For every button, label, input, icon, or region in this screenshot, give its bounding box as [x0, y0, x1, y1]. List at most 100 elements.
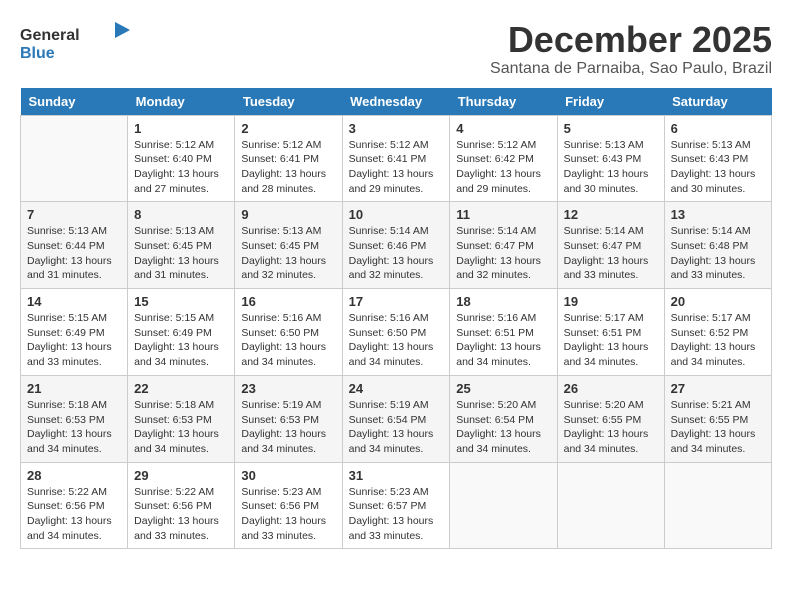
- day-info: Sunrise: 5:13 AMSunset: 6:43 PMDaylight:…: [671, 138, 765, 197]
- day-info: Sunrise: 5:14 AMSunset: 6:46 PMDaylight:…: [349, 224, 444, 283]
- day-info: Sunrise: 5:13 AMSunset: 6:43 PMDaylight:…: [564, 138, 658, 197]
- calendar-cell: 1 Sunrise: 5:12 AMSunset: 6:40 PMDaylight…: [128, 115, 235, 202]
- page-header: General Blue December 2025 Santana de Pa…: [20, 20, 772, 78]
- calendar-week-row: 28 Sunrise: 5:22 AMSunset: 6:56 PMDayligh…: [21, 462, 772, 549]
- col-thursday: Thursday: [450, 88, 557, 116]
- day-number: 19: [564, 294, 658, 309]
- day-number: 12: [564, 207, 658, 222]
- calendar-cell: 25Sunrise: 5:20 AMSunset: 6:54 PMDayligh…: [450, 375, 557, 462]
- calendar-cell: 31Sunrise: 5:23 AMSunset: 6:57 PMDayligh…: [342, 462, 450, 549]
- calendar-title: December 2025: [490, 20, 772, 60]
- calendar-cell: [21, 115, 128, 202]
- calendar-cell: 4 Sunrise: 5:12 AMSunset: 6:42 PMDaylight…: [450, 115, 557, 202]
- calendar-cell: [450, 462, 557, 549]
- calendar-cell: 9Sunrise: 5:13 AMSunset: 6:45 PMDaylight…: [235, 202, 342, 289]
- calendar-cell: 19 Sunrise: 5:17 AMSunset: 6:51 PMDayligh…: [557, 289, 664, 376]
- day-info: Sunrise: 5:15 AMSunset: 6:49 PMDaylight:…: [27, 311, 121, 370]
- day-number: 18: [456, 294, 550, 309]
- day-info: Sunrise: 5:14 AMSunset: 6:48 PMDaylight:…: [671, 224, 765, 283]
- calendar-cell: 5 Sunrise: 5:13 AMSunset: 6:43 PMDaylight…: [557, 115, 664, 202]
- logo-text: General Blue: [20, 20, 140, 70]
- day-info: Sunrise: 5:13 AMSunset: 6:45 PMDaylight:…: [241, 224, 335, 283]
- day-number: 24: [349, 381, 444, 396]
- day-number: 30: [241, 468, 335, 483]
- day-info: Sunrise: 5:18 AMSunset: 6:53 PMDaylight:…: [27, 398, 121, 457]
- day-number: 23: [241, 381, 335, 396]
- calendar-cell: 18 Sunrise: 5:16 AMSunset: 6:51 PMDayligh…: [450, 289, 557, 376]
- calendar-cell: 24 Sunrise: 5:19 AMSunset: 6:54 PMDayligh…: [342, 375, 450, 462]
- day-info: Sunrise: 5:20 AMSunset: 6:55 PMDaylight:…: [564, 398, 658, 457]
- day-info: Sunrise: 5:23 AMSunset: 6:56 PMDaylight:…: [241, 485, 335, 544]
- calendar-cell: 16Sunrise: 5:16 AMSunset: 6:50 PMDayligh…: [235, 289, 342, 376]
- day-info: Sunrise: 5:21 AMSunset: 6:55 PMDaylight:…: [671, 398, 765, 457]
- day-number: 20: [671, 294, 765, 309]
- day-info: Sunrise: 5:19 AMSunset: 6:54 PMDaylight:…: [349, 398, 444, 457]
- svg-text:General: General: [20, 27, 80, 44]
- calendar-cell: 3Sunrise: 5:12 AMSunset: 6:41 PMDaylight…: [342, 115, 450, 202]
- day-info: Sunrise: 5:15 AMSunset: 6:49 PMDaylight:…: [134, 311, 228, 370]
- day-info: Sunrise: 5:16 AMSunset: 6:50 PMDaylight:…: [241, 311, 335, 370]
- day-info: Sunrise: 5:12 AMSunset: 6:40 PMDaylight:…: [134, 138, 228, 197]
- calendar-table: Sunday Monday Tuesday Wednesday Thursday…: [20, 88, 772, 550]
- day-info: Sunrise: 5:22 AMSunset: 6:56 PMDaylight:…: [27, 485, 121, 544]
- day-info: Sunrise: 5:19 AMSunset: 6:53 PMDaylight:…: [241, 398, 335, 457]
- day-info: Sunrise: 5:17 AMSunset: 6:52 PMDaylight:…: [671, 311, 765, 370]
- calendar-week-row: 14Sunrise: 5:15 AMSunset: 6:49 PMDayligh…: [21, 289, 772, 376]
- calendar-cell: 11 Sunrise: 5:14 AMSunset: 6:47 PMDayligh…: [450, 202, 557, 289]
- calendar-cell: 26 Sunrise: 5:20 AMSunset: 6:55 PMDayligh…: [557, 375, 664, 462]
- logo: General Blue: [20, 20, 140, 70]
- calendar-header-row: Sunday Monday Tuesday Wednesday Thursday…: [21, 88, 772, 116]
- day-number: 10: [349, 207, 444, 222]
- calendar-cell: 27Sunrise: 5:21 AMSunset: 6:55 PMDayligh…: [664, 375, 771, 462]
- col-wednesday: Wednesday: [342, 88, 450, 116]
- day-number: 26: [564, 381, 658, 396]
- col-saturday: Saturday: [664, 88, 771, 116]
- calendar-cell: 10 Sunrise: 5:14 AMSunset: 6:46 PMDayligh…: [342, 202, 450, 289]
- day-info: Sunrise: 5:13 AMSunset: 6:44 PMDaylight:…: [27, 224, 121, 283]
- calendar-cell: 22Sunrise: 5:18 AMSunset: 6:53 PMDayligh…: [128, 375, 235, 462]
- calendar-cell: 15 Sunrise: 5:15 AMSunset: 6:49 PMDayligh…: [128, 289, 235, 376]
- calendar-cell: [557, 462, 664, 549]
- day-number: 3: [349, 121, 444, 136]
- day-number: 5: [564, 121, 658, 136]
- day-number: 25: [456, 381, 550, 396]
- day-info: Sunrise: 5:17 AMSunset: 6:51 PMDaylight:…: [564, 311, 658, 370]
- calendar-cell: 12Sunrise: 5:14 AMSunset: 6:47 PMDayligh…: [557, 202, 664, 289]
- day-info: Sunrise: 5:18 AMSunset: 6:53 PMDaylight:…: [134, 398, 228, 457]
- col-monday: Monday: [128, 88, 235, 116]
- calendar-cell: [664, 462, 771, 549]
- calendar-cell: 7 Sunrise: 5:13 AMSunset: 6:44 PMDaylight…: [21, 202, 128, 289]
- day-number: 28: [27, 468, 121, 483]
- calendar-cell: 23 Sunrise: 5:19 AMSunset: 6:53 PMDayligh…: [235, 375, 342, 462]
- day-number: 1: [134, 121, 228, 136]
- day-number: 4: [456, 121, 550, 136]
- calendar-cell: 14Sunrise: 5:15 AMSunset: 6:49 PMDayligh…: [21, 289, 128, 376]
- svg-text:Blue: Blue: [20, 45, 55, 62]
- calendar-cell: 29Sunrise: 5:22 AMSunset: 6:56 PMDayligh…: [128, 462, 235, 549]
- day-info: Sunrise: 5:23 AMSunset: 6:57 PMDaylight:…: [349, 485, 444, 544]
- day-info: Sunrise: 5:16 AMSunset: 6:51 PMDaylight:…: [456, 311, 550, 370]
- day-info: Sunrise: 5:22 AMSunset: 6:56 PMDaylight:…: [134, 485, 228, 544]
- calendar-cell: 17Sunrise: 5:16 AMSunset: 6:50 PMDayligh…: [342, 289, 450, 376]
- calendar-subtitle: Santana de Parnaiba, Sao Paulo, Brazil: [490, 60, 772, 78]
- calendar-cell: 2 Sunrise: 5:12 AMSunset: 6:41 PMDaylight…: [235, 115, 342, 202]
- day-number: 13: [671, 207, 765, 222]
- calendar-week-row: 1 Sunrise: 5:12 AMSunset: 6:40 PMDaylight…: [21, 115, 772, 202]
- day-info: Sunrise: 5:16 AMSunset: 6:50 PMDaylight:…: [349, 311, 444, 370]
- day-number: 2: [241, 121, 335, 136]
- calendar-week-row: 21 Sunrise: 5:18 AMSunset: 6:53 PMDayligh…: [21, 375, 772, 462]
- day-info: Sunrise: 5:14 AMSunset: 6:47 PMDaylight:…: [456, 224, 550, 283]
- col-tuesday: Tuesday: [235, 88, 342, 116]
- day-number: 11: [456, 207, 550, 222]
- day-number: 21: [27, 381, 121, 396]
- calendar-body: 1 Sunrise: 5:12 AMSunset: 6:40 PMDaylight…: [21, 115, 772, 549]
- col-friday: Friday: [557, 88, 664, 116]
- day-info: Sunrise: 5:12 AMSunset: 6:41 PMDaylight:…: [241, 138, 335, 197]
- day-number: 7: [27, 207, 121, 222]
- calendar-cell: 28 Sunrise: 5:22 AMSunset: 6:56 PMDayligh…: [21, 462, 128, 549]
- day-number: 6: [671, 121, 765, 136]
- day-number: 15: [134, 294, 228, 309]
- day-info: Sunrise: 5:13 AMSunset: 6:45 PMDaylight:…: [134, 224, 228, 283]
- calendar-cell: 20 Sunrise: 5:17 AMSunset: 6:52 PMDayligh…: [664, 289, 771, 376]
- day-info: Sunrise: 5:12 AMSunset: 6:42 PMDaylight:…: [456, 138, 550, 197]
